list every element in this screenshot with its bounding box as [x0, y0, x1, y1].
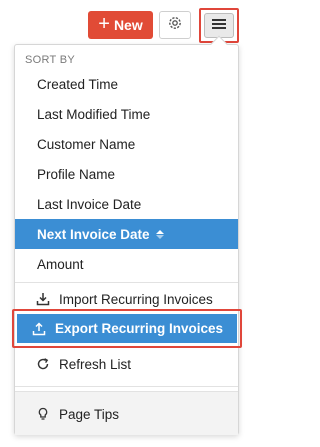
sort-item-label: Created Time [37, 76, 119, 92]
sort-item-label: Last Modified Time [37, 106, 151, 122]
refresh-label: Refresh List [59, 356, 132, 372]
sort-item-next-invoice-date[interactable]: Next Invoice Date [15, 219, 238, 249]
new-button-label: New [113, 17, 143, 33]
menu-divider [15, 386, 238, 387]
sort-item-amount[interactable]: Amount [15, 249, 238, 279]
export-highlight-frame: Export Recurring Invoices [12, 309, 242, 348]
sort-direction-icon [155, 229, 164, 239]
page-tips-label: Page Tips [59, 406, 120, 422]
upload-icon [31, 321, 47, 337]
sort-item-last-modified-time[interactable]: Last Modified Time [15, 99, 238, 129]
download-icon [35, 291, 51, 307]
refresh-list-item[interactable]: Refresh List [15, 349, 238, 379]
toolbar: + New [0, 0, 253, 43]
sort-item-customer-name[interactable]: Customer Name [15, 129, 238, 159]
export-recurring-invoices-item[interactable]: Export Recurring Invoices [17, 314, 237, 343]
import-label: Import Recurring Invoices [59, 291, 213, 307]
sort-item-label: Next Invoice Date [37, 226, 150, 242]
plus-icon: + [98, 13, 110, 35]
sort-item-label: Customer Name [37, 136, 136, 152]
menu-button[interactable] [204, 13, 234, 38]
hamburger-icon [212, 17, 226, 35]
sort-item-label: Profile Name [37, 166, 116, 182]
settings-button[interactable] [159, 11, 191, 39]
page-tips-item[interactable]: Page Tips [15, 399, 238, 429]
sort-item-label: Last Invoice Date [37, 196, 142, 212]
new-button[interactable]: + New [88, 11, 153, 39]
sort-item-last-invoice-date[interactable]: Last Invoice Date [15, 189, 238, 219]
page-tips-section: Page Tips [15, 391, 238, 435]
refresh-icon [35, 356, 51, 372]
section-title: SORT BY [25, 54, 75, 66]
export-label: Export Recurring Invoices [55, 321, 224, 336]
gear-icon [167, 15, 183, 36]
menu-divider [15, 282, 238, 283]
sort-menu-dropdown: SORT BY Created Time Last Modified Time … [14, 44, 239, 435]
sort-item-label: Amount [37, 256, 84, 272]
lightbulb-icon [35, 406, 51, 422]
sort-item-created-time[interactable]: Created Time [15, 69, 238, 99]
sort-item-profile-name[interactable]: Profile Name [15, 159, 238, 189]
